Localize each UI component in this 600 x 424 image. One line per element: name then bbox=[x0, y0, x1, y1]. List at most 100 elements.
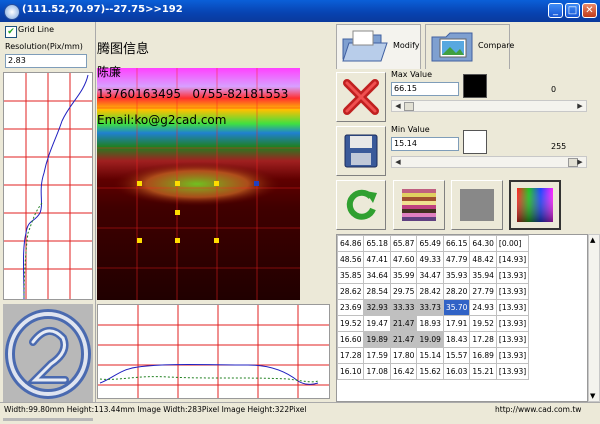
table-scrollbar[interactable]: ▲ ▼ bbox=[588, 234, 600, 402]
table-row[interactable]: 17.28 17.59 17.80 15.14 15.57 16.89 [13.93] bbox=[337, 347, 530, 364]
table-cell[interactable]: [13.93] bbox=[495, 331, 530, 348]
table-cell[interactable]: 17.28 bbox=[469, 331, 497, 348]
tab-compare[interactable]: Compare bbox=[425, 24, 514, 69]
table-row[interactable]: 28.62 28.54 29.75 28.42 28.20 27.79 [13.93] bbox=[337, 283, 530, 300]
table-cell[interactable]: 27.79 bbox=[469, 283, 497, 300]
table-row[interactable]: 16.10 17.08 16.42 15.62 16.03 15.21 [13.93] bbox=[337, 363, 530, 380]
slider-right-arrow-icon[interactable]: ▶ bbox=[575, 102, 585, 111]
table-cell[interactable]: 49.33 bbox=[416, 251, 444, 268]
table-cell[interactable]: 15.57 bbox=[442, 347, 471, 364]
table-cell[interactable]: 24.93 bbox=[469, 299, 497, 316]
grid-line-checkbox[interactable]: ✔ bbox=[5, 26, 17, 38]
table-cell[interactable]: 47.41 bbox=[363, 251, 391, 268]
maximize-button[interactable]: □ bbox=[565, 3, 580, 18]
table-row[interactable]: 35.85 34.64 35.99 34.47 35.93 35.94 [13.93] bbox=[337, 267, 530, 284]
max-color-swatch[interactable] bbox=[463, 74, 487, 98]
max-value-input[interactable]: 66.15 bbox=[391, 82, 459, 96]
table-cell[interactable]: 18.43 bbox=[442, 331, 471, 348]
tab-modify[interactable]: Modify bbox=[336, 24, 421, 69]
table-cell[interactable]: 15.14 bbox=[416, 347, 444, 364]
table-row[interactable]: 16.60 19.89 21.47 19.09 18.43 17.28 [13.93] bbox=[337, 331, 530, 348]
table-cell[interactable]: 33.73 bbox=[416, 299, 444, 316]
color-map-bands-button[interactable] bbox=[393, 180, 445, 230]
table-cell[interactable]: [13.93] bbox=[495, 299, 530, 316]
save-button[interactable] bbox=[336, 126, 386, 176]
table-cell[interactable]: [14.93] bbox=[495, 251, 530, 268]
table-cell[interactable]: 28.62 bbox=[337, 283, 365, 300]
table-cell[interactable]: 21.47 bbox=[389, 331, 418, 348]
table-cell[interactable]: 34.47 bbox=[416, 267, 444, 284]
table-cell[interactable]: 16.60 bbox=[337, 331, 365, 348]
table-cell[interactable]: [13.93] bbox=[495, 267, 530, 284]
table-cell[interactable]: 17.80 bbox=[389, 347, 418, 364]
max-level-value: 0 bbox=[551, 85, 557, 94]
table-cell[interactable]: 33.33 bbox=[389, 299, 418, 316]
max-value-slider[interactable]: ◀ ▶ bbox=[391, 100, 587, 112]
scroll-up-arrow-icon[interactable]: ▲ bbox=[590, 236, 595, 244]
refresh-button[interactable] bbox=[336, 180, 386, 230]
table-cell[interactable]: 28.20 bbox=[442, 283, 471, 300]
table-cell[interactable]: 19.09 bbox=[416, 331, 444, 348]
grayscale-button[interactable] bbox=[451, 180, 503, 230]
table-cell[interactable]: 16.42 bbox=[389, 363, 418, 380]
table-cell[interactable]: 17.91 bbox=[442, 315, 471, 332]
table-cell[interactable]: 65.87 bbox=[389, 235, 418, 252]
table-row[interactable]: 19.52 19.47 21.47 18.93 17.91 19.52 [13.93] bbox=[337, 315, 530, 332]
min-value-slider[interactable]: ◀ ▶ bbox=[391, 156, 587, 168]
table-cell[interactable]: [13.93] bbox=[495, 315, 530, 332]
table-cell[interactable]: 23.69 bbox=[337, 299, 365, 316]
slider-left-arrow-icon[interactable]: ◀ bbox=[393, 158, 403, 167]
table-cell[interactable]: 18.93 bbox=[416, 315, 444, 332]
scroll-down-arrow-icon[interactable]: ▼ bbox=[590, 392, 595, 400]
table-cell[interactable]: 47.60 bbox=[389, 251, 418, 268]
resolution-input[interactable]: 2.83 bbox=[5, 54, 87, 68]
table-cell[interactable]: 16.03 bbox=[442, 363, 471, 380]
table-cell[interactable]: 35.85 bbox=[337, 267, 365, 284]
table-cell[interactable]: 64.86 bbox=[337, 235, 365, 252]
clear-button[interactable] bbox=[336, 72, 386, 122]
table-cell[interactable]: 32.93 bbox=[363, 299, 391, 316]
table-cell[interactable]: 21.47 bbox=[389, 315, 418, 332]
table-cell[interactable]: 19.47 bbox=[363, 315, 391, 332]
table-cell[interactable]: 35.93 bbox=[442, 267, 471, 284]
table-row[interactable]: 48.56 47.41 47.60 49.33 47.79 48.42 [14.93] bbox=[337, 251, 530, 268]
table-cell[interactable]: 65.49 bbox=[416, 235, 444, 252]
slider-thumb[interactable] bbox=[404, 102, 414, 111]
table-cell[interactable]: 19.52 bbox=[469, 315, 497, 332]
table-cell[interactable]: 48.42 bbox=[469, 251, 497, 268]
table-cell[interactable]: 28.54 bbox=[363, 283, 391, 300]
table-row[interactable]: 23.69 32.93 33.33 33.73 35.70 24.93 [13.93] bbox=[337, 299, 530, 316]
table-cell[interactable]: 66.15 bbox=[442, 235, 471, 252]
table-cell[interactable]: 28.42 bbox=[416, 283, 444, 300]
table-cell[interactable]: 19.52 bbox=[337, 315, 365, 332]
slider-right-arrow-icon[interactable]: ▶ bbox=[575, 158, 585, 167]
table-cell[interactable]: 29.75 bbox=[389, 283, 418, 300]
table-cell[interactable]: 17.59 bbox=[363, 347, 391, 364]
table-cell[interactable]: 17.08 bbox=[363, 363, 391, 380]
min-value-input[interactable]: 15.14 bbox=[391, 137, 459, 151]
table-cell[interactable]: 35.94 bbox=[469, 267, 497, 284]
table-cell[interactable]: 64.30 bbox=[469, 235, 497, 252]
table-cell[interactable]: 35.99 bbox=[389, 267, 418, 284]
table-cell[interactable]: 15.62 bbox=[416, 363, 444, 380]
min-color-swatch[interactable] bbox=[463, 130, 487, 154]
close-button[interactable]: ✕ bbox=[582, 3, 597, 18]
table-cell[interactable]: 35.70 bbox=[442, 299, 471, 316]
table-cell[interactable]: 17.28 bbox=[337, 347, 365, 364]
table-cell[interactable]: 65.18 bbox=[363, 235, 391, 252]
slider-left-arrow-icon[interactable]: ◀ bbox=[393, 102, 403, 111]
minimize-button[interactable]: _ bbox=[548, 3, 563, 18]
table-cell[interactable]: 16.89 bbox=[469, 347, 497, 364]
table-cell[interactable]: 15.21 bbox=[469, 363, 497, 380]
table-row[interactable]: 64.86 65.18 65.87 65.49 66.15 64.30 [0.00] bbox=[337, 235, 530, 252]
table-cell[interactable]: 19.89 bbox=[363, 331, 391, 348]
table-cell[interactable]: [13.93] bbox=[495, 283, 530, 300]
table-cell[interactable]: 47.79 bbox=[442, 251, 471, 268]
table-cell[interactable]: 34.64 bbox=[363, 267, 391, 284]
table-cell[interactable]: 48.56 bbox=[337, 251, 365, 268]
table-cell[interactable]: [13.93] bbox=[495, 347, 530, 364]
table-cell[interactable]: 16.10 bbox=[337, 363, 365, 380]
table-cell[interactable]: [0.00] bbox=[495, 235, 530, 252]
spectrum-button[interactable] bbox=[509, 180, 561, 230]
table-cell[interactable]: [13.93] bbox=[495, 363, 530, 380]
